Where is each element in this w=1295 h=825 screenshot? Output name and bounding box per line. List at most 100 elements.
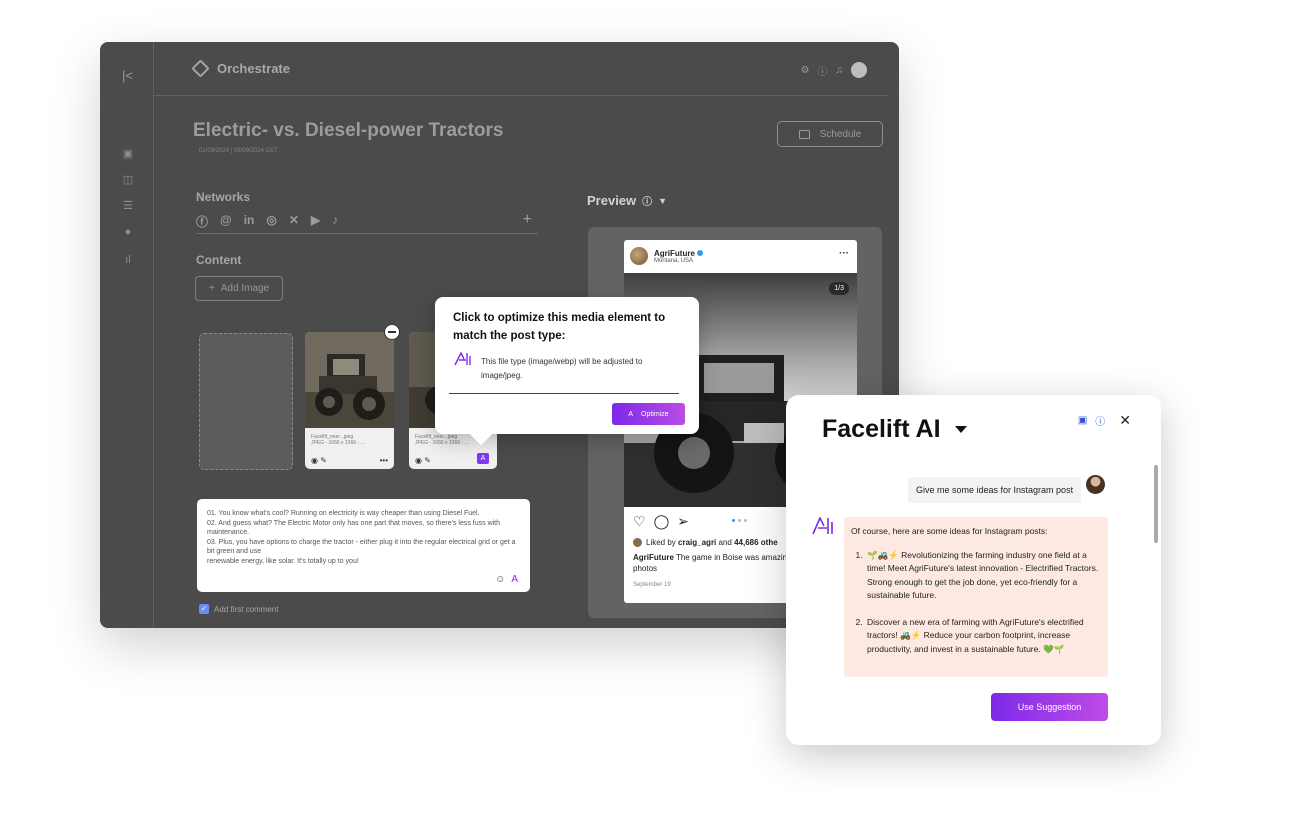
instagram-icon[interactable]: ◎ <box>266 213 276 233</box>
media-drop-zone[interactable] <box>199 333 293 470</box>
page-title: Electric- vs. Diesel-power Tractors <box>193 120 504 141</box>
ig-avatar <box>630 247 648 265</box>
checkbox-checked-icon: ✓ <box>199 604 209 614</box>
add-network-icon[interactable]: + <box>523 211 532 229</box>
plus-icon: + <box>208 283 215 294</box>
post-text-line: renewable energy, like solar. It's total… <box>207 557 359 565</box>
ig-date: September 19 <box>633 582 671 588</box>
posts-nav-icon[interactable]: ◫ <box>122 174 134 186</box>
preview-header[interactable]: Preview ⓘ ▼ <box>587 193 667 208</box>
preview-label: Preview <box>587 193 637 208</box>
ig-pager <box>732 519 747 522</box>
first-comment-label: Add first comment <box>214 604 279 614</box>
emoji-icon[interactable]: ☺ <box>495 574 505 585</box>
ig-username: AgriFuture <box>654 249 703 258</box>
remove-media-icon[interactable] <box>384 324 400 340</box>
ig-image-counter: 1/3 <box>829 282 849 295</box>
approval-nav-icon[interactable]: ● <box>122 226 134 238</box>
schedule-button[interactable]: Schedule <box>777 121 883 147</box>
tooltip-body: This file type (image/webp) will be adju… <box>481 357 643 380</box>
view-eye-icon[interactable]: ◉ ✎ <box>415 456 431 465</box>
collapse-sidebar-icon[interactable]: |< <box>122 68 133 83</box>
ig-actions: ♡ ◯ ➢ <box>633 513 689 530</box>
first-comment-checkbox[interactable]: ✓ Add first comment <box>199 604 278 614</box>
ai-reply-intro: Of course, here are some ideas for Insta… <box>851 526 1048 536</box>
info-icon: ⓘ <box>642 197 653 208</box>
verified-badge-icon <box>696 249 703 256</box>
ai-panel-title[interactable]: Facelift AI <box>822 415 967 444</box>
schedule-label: Schedule <box>819 128 862 140</box>
chevron-down-icon <box>954 426 967 433</box>
top-bar: Orchestrate ⚙ ⓘ ♫ <box>154 42 887 96</box>
use-suggestion-button[interactable]: Use Suggestion <box>991 693 1108 721</box>
media-meta: JPEG - 1066 x 1066 - ... <box>415 440 469 446</box>
settings-icon[interactable]: ⚙ <box>801 65 810 76</box>
calendar-nav-icon[interactable]: ▣ <box>122 148 134 160</box>
facelift-ai-logo-icon <box>454 352 471 366</box>
networks-row: ⓕ @ in ◎ ✕ ▶ ♪ + <box>196 211 538 234</box>
scrollbar[interactable] <box>1154 465 1158 543</box>
more-menu-icon[interactable]: ••• <box>380 456 388 465</box>
orchestrate-logo-icon <box>191 59 210 78</box>
user-message: Give me some ideas for Instagram post <box>908 477 1082 503</box>
optimize-button[interactable]: A Optimize <box>612 403 685 425</box>
media-meta: JPEG - 1066 x 1066 - ... <box>311 440 365 446</box>
facelift-ai-panel: Facelift AI ▣ ⓘ ✕ Give me some ideas for… <box>786 395 1161 745</box>
top-icons: ⚙ ⓘ ♫ <box>801 62 867 78</box>
post-text-line: 02. And guess what? The Electric Motor o… <box>207 519 501 537</box>
chevron-down-icon: ▼ <box>658 195 668 206</box>
tiktok-icon[interactable]: ♪ <box>332 213 338 233</box>
facelift-ai-logo-icon <box>812 517 833 535</box>
ai-suggestion-list: 🌱🚜⚡ Revolutionizing the farming industry… <box>865 549 1101 657</box>
help-icon[interactable]: ⓘ <box>1095 413 1105 428</box>
post-text-editor[interactable]: 01. You know what's cool? Running on ele… <box>197 499 530 592</box>
add-image-button[interactable]: + Add Image <box>195 276 283 301</box>
tooltip-title: Click to optimize this media element to … <box>453 312 666 342</box>
optimize-label: Optimize <box>641 410 669 418</box>
ai-optimize-icon[interactable]: A <box>477 453 489 464</box>
x-icon[interactable]: ✕ <box>289 213 299 233</box>
inbox-nav-icon[interactable]: ☰ <box>122 200 134 212</box>
heart-icon: ♡ <box>633 513 646 529</box>
ig-location: Montana, USA <box>654 257 694 264</box>
linkedin-icon[interactable]: in <box>244 213 255 233</box>
facebook-icon[interactable]: ⓕ <box>196 213 208 233</box>
date-range: 01/09/2024 | 08/09/2024 CET <box>199 148 278 154</box>
optimize-tooltip: Click to optimize this media element to … <box>435 297 699 434</box>
ai-assist-icon[interactable]: A <box>511 574 518 585</box>
ai-logo-icon: A <box>628 410 634 418</box>
notification-icon[interactable]: ♫ <box>836 65 844 76</box>
threads-icon[interactable]: @ <box>220 213 232 233</box>
add-image-label: Add Image <box>220 283 270 294</box>
ai-suggestion-item: 🌱🚜⚡ Revolutionizing the farming industry… <box>865 549 1101 603</box>
tractor-thumbnail <box>305 332 394 428</box>
calendar-icon <box>798 129 810 139</box>
share-icon: ➢ <box>677 513 689 529</box>
networks-label: Networks <box>196 190 251 204</box>
ai-panel-icons: ▣ ⓘ ✕ <box>1078 412 1131 429</box>
analytics-nav-icon[interactable]: ıl <box>122 254 134 266</box>
content-label: Content <box>196 253 242 267</box>
editor-icons: ☺ A <box>495 574 518 585</box>
close-icon[interactable]: ✕ <box>1119 412 1131 429</box>
divider <box>449 393 679 394</box>
ai-reply: Of course, here are some ideas for Insta… <box>844 517 1108 677</box>
post-text-line: 03. Plus, you have options to charge the… <box>207 538 516 556</box>
liker-avatar <box>633 538 642 547</box>
ai-suggestion-item: Discover a new era of farming with AgriF… <box>865 616 1101 657</box>
user-avatar[interactable] <box>851 62 867 78</box>
view-eye-icon[interactable]: ◉ ✎ <box>311 456 327 465</box>
brand-name: Orchestrate <box>217 61 290 76</box>
ig-liked-by: Liked by craig_agri and 44,686 othe <box>633 538 778 547</box>
feedback-icon[interactable]: ▣ <box>1078 415 1087 426</box>
help-icon[interactable]: ⓘ <box>818 63 828 78</box>
brand[interactable]: Orchestrate <box>191 59 290 78</box>
ig-header: AgriFuture Montana, USA <box>630 247 703 265</box>
media-card[interactable]: Facelift_nner...jpeg JPEG - 1066 x 1066 … <box>305 332 394 469</box>
ig-more-icon: ··· <box>839 248 849 259</box>
youtube-icon[interactable]: ▶ <box>311 213 320 233</box>
post-text-line: 01. You know what's cool? Running on ele… <box>207 510 480 517</box>
comment-icon: ◯ <box>653 513 670 529</box>
sidebar: |< ▣ ◫ ☰ ● ıl <box>100 42 154 628</box>
user-avatar <box>1086 475 1105 494</box>
